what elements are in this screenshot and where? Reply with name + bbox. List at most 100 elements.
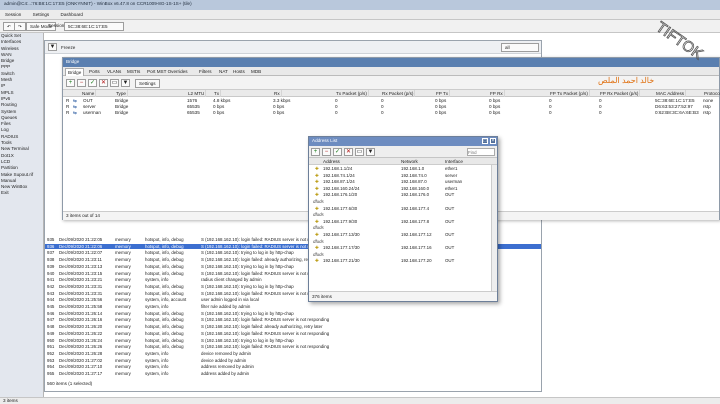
- bridge-col-protocol[interactable]: Protocol: [703, 90, 720, 97]
- log-cell-buffer: memory: [115, 371, 131, 376]
- bridge-col-tx-packet-p-s[interactable]: Tx Packet (p/s): [335, 90, 369, 97]
- address-icon: ✚: [315, 179, 319, 185]
- address-row[interactable]: ✚ 192.168.1.1/24 192.168.1.0 ether1: [309, 166, 497, 172]
- log-row[interactable]: 952 Dec/09/2020 21:26:28 memory system, inf…: [45, 351, 541, 357]
- bridge-col-name[interactable]: Name: [81, 90, 97, 97]
- filter-icon[interactable]: ▼: [366, 148, 375, 156]
- log-row[interactable]: 954 Dec/09/2020 21:27:10 memory system, inf…: [45, 364, 541, 370]
- comment-icon[interactable]: ▭: [355, 148, 364, 156]
- log-row[interactable]: 946 Dec/09/2020 21:26:14 memory hotspot, in…: [45, 311, 541, 317]
- address-row[interactable]: ✚ 192.168.177.21/30 192.168.177.20 OUT: [309, 258, 497, 264]
- bridge-col-fp-tx-packet-p-s[interactable]: FP Tx Packet (p/s): [549, 90, 590, 97]
- log-row[interactable]: 951 Dec/09/2020 21:26:26 memory hotspot, in…: [45, 344, 541, 350]
- remove-icon[interactable]: −: [322, 148, 331, 156]
- bridge-col-fp-rx[interactable]: FP Rx: [489, 90, 505, 97]
- log-row[interactable]: 949 Dec/09/2020 21:26:22 memory hotspot, in…: [45, 331, 541, 337]
- log-row[interactable]: 950 Dec/09/2020 21:26:24 memory hotspot, in…: [45, 338, 541, 344]
- enable-icon[interactable]: ✓: [333, 148, 342, 156]
- disable-icon[interactable]: ✕: [99, 79, 108, 87]
- log-cell-topics: system, info: [145, 277, 169, 283]
- address-row[interactable]: ✚ 192.168.74.1/24 192.168.74.0 server: [309, 173, 497, 179]
- comment-icon[interactable]: ▭: [110, 79, 119, 87]
- filter-icon[interactable]: ▼: [48, 43, 57, 51]
- address-scrollbar[interactable]: [491, 165, 497, 291]
- watermark-text: TIFTOK: [653, 19, 706, 63]
- remove-icon[interactable]: −: [77, 79, 86, 87]
- log-cell-date: Dec/09/2020 21:23:21: [59, 277, 103, 283]
- log-row[interactable]: 947 Dec/09/2020 21:26:16 memory hotspot, in…: [45, 317, 541, 323]
- menu-dashboard[interactable]: Dashboard: [56, 10, 88, 19]
- address-row[interactable]: ✚ 192.168.87.1/24 192.168.87.0 userman: [309, 179, 497, 185]
- bridge-col-fp-tx[interactable]: FP Tx: [435, 90, 451, 97]
- log-row[interactable]: 945 Dec/09/2020 21:25:58 memory system, inf…: [45, 304, 541, 310]
- address-list-titlebar[interactable]: Address List □ ×: [309, 137, 497, 146]
- tab-mdb[interactable]: MDB: [249, 68, 263, 76]
- overlay-arabic-caption: خالد احمد الملص: [598, 76, 655, 85]
- bridge-cell-rx: 0 bps: [273, 110, 285, 115]
- address-comment-row[interactable]: dfuds: [309, 252, 497, 258]
- bridge-col-mac-address[interactable]: MAC Address: [655, 90, 687, 97]
- settings-button[interactable]: Settings: [135, 79, 160, 88]
- bridge-col-rx-packet-p-s[interactable]: Rx Packet (p/s): [381, 90, 416, 97]
- bridge-col-fp-rx-packet-p-s[interactable]: FP Rx Packet (p/s): [599, 90, 641, 97]
- redo-button[interactable]: ↷: [14, 22, 26, 31]
- maximize-icon[interactable]: □: [482, 138, 488, 144]
- address-cell-address: 192.168.176.1/20: [323, 192, 358, 198]
- bridge-row[interactable]: R ⇆ userman Bridge 65535 0 bps 0 bps 0 0 0 bps 0 b…: [63, 110, 719, 116]
- menu-settings[interactable]: Settings: [28, 10, 55, 19]
- tab-port-mst-overrides[interactable]: Port MST Overrides: [145, 68, 190, 76]
- log-cell-date: Dec/09/2020 21:26:28: [59, 350, 103, 356]
- bridge-col-rx[interactable]: Rx: [273, 90, 282, 97]
- address-row[interactable]: ✚ 192.168.177.17/30 192.168.177.16 OUT: [309, 245, 497, 251]
- bridge-col-tx[interactable]: Tx: [213, 90, 222, 97]
- log-cell-message: S (192.168.162.10): trying to log in by …: [201, 310, 294, 316]
- enable-icon[interactable]: ✓: [88, 79, 97, 87]
- address-comment-row[interactable]: dfuds: [309, 239, 497, 245]
- tab-bridge[interactable]: Bridge: [65, 68, 85, 76]
- log-row[interactable]: 955 Dec/09/2020 21:27:17 memory system, inf…: [45, 371, 541, 377]
- log-row[interactable]: 953 Dec/09/2020 21:27:02 memory system, inf…: [45, 358, 541, 364]
- sidebar-item-exit[interactable]: Exit: [0, 190, 43, 196]
- log-cell-date: Dec/09/2020 21:23:13: [59, 263, 103, 269]
- tab-ports[interactable]: Ports: [87, 68, 102, 76]
- address-comment-row[interactable]: dfuds: [309, 199, 497, 205]
- close-icon[interactable]: ×: [490, 138, 496, 144]
- menu-session[interactable]: Session: [0, 10, 26, 19]
- log-cell-buffer: memory: [115, 250, 131, 256]
- tab-vlans[interactable]: VLANs: [105, 68, 123, 76]
- tab-mstis[interactable]: MSTIs: [125, 68, 142, 76]
- address-row[interactable]: ✚ 192.168.177.9/30 192.168.177.8 OUT: [309, 219, 497, 225]
- log-cell-topics: hotspot, info, debug: [145, 290, 184, 296]
- log-cell-id: 948: [47, 324, 55, 330]
- session-field[interactable]: 5C:38:6E:1C:17:E5: [64, 22, 124, 31]
- add-icon[interactable]: +: [311, 148, 320, 156]
- log-cell-date: Dec/09/2020 21:25:58: [59, 304, 103, 309]
- address-comment-row[interactable]: dfuds: [309, 225, 497, 231]
- address-row[interactable]: ✚ 192.168.177.13/30 192.168.177.12 OUT: [309, 232, 497, 238]
- menubar: Session Settings Dashboard: [0, 10, 720, 20]
- bridge-col-type[interactable]: Type: [115, 90, 128, 97]
- log-cell-id: 935: [47, 237, 55, 242]
- tab-filters[interactable]: Filters: [197, 68, 214, 76]
- freeze-button[interactable]: Freeze: [61, 45, 75, 50]
- log-cell-message: S (192.168.162.10): login failed: alread…: [201, 324, 323, 330]
- address-row[interactable]: ✚ 192.168.177.6/30 192.168.177.4 OUT: [309, 206, 497, 212]
- col-address[interactable]: Address: [323, 159, 340, 164]
- address-comment: dfuds: [313, 212, 324, 218]
- disable-icon[interactable]: ✕: [344, 148, 353, 156]
- address-cell-network: 192.168.176.0: [401, 192, 430, 198]
- tab-hosts[interactable]: Hosts: [231, 68, 247, 76]
- bridge-titlebar[interactable]: Bridge: [63, 58, 719, 67]
- tab-nat[interactable]: NAT: [217, 68, 230, 76]
- address-row[interactable]: ✚ 192.168.160.24/24 192.168.160.0 ether1: [309, 186, 497, 192]
- address-row[interactable]: ✚ 192.168.176.1/20 192.168.176.0 OUT: [309, 192, 497, 198]
- col-interface[interactable]: Interface: [445, 159, 463, 164]
- add-icon[interactable]: +: [66, 79, 75, 87]
- address-comment-row[interactable]: dfuds: [309, 212, 497, 218]
- log-row[interactable]: 948 Dec/09/2020 21:26:20 memory hotspot, in…: [45, 324, 541, 330]
- bridge-col-l2-mtu[interactable]: L2 MTU: [187, 90, 207, 97]
- filter-icon[interactable]: ▼: [121, 79, 130, 87]
- log-topic-select[interactable]: all: [501, 43, 539, 52]
- col-network[interactable]: Network: [401, 159, 418, 164]
- find-input[interactable]: [467, 148, 495, 156]
